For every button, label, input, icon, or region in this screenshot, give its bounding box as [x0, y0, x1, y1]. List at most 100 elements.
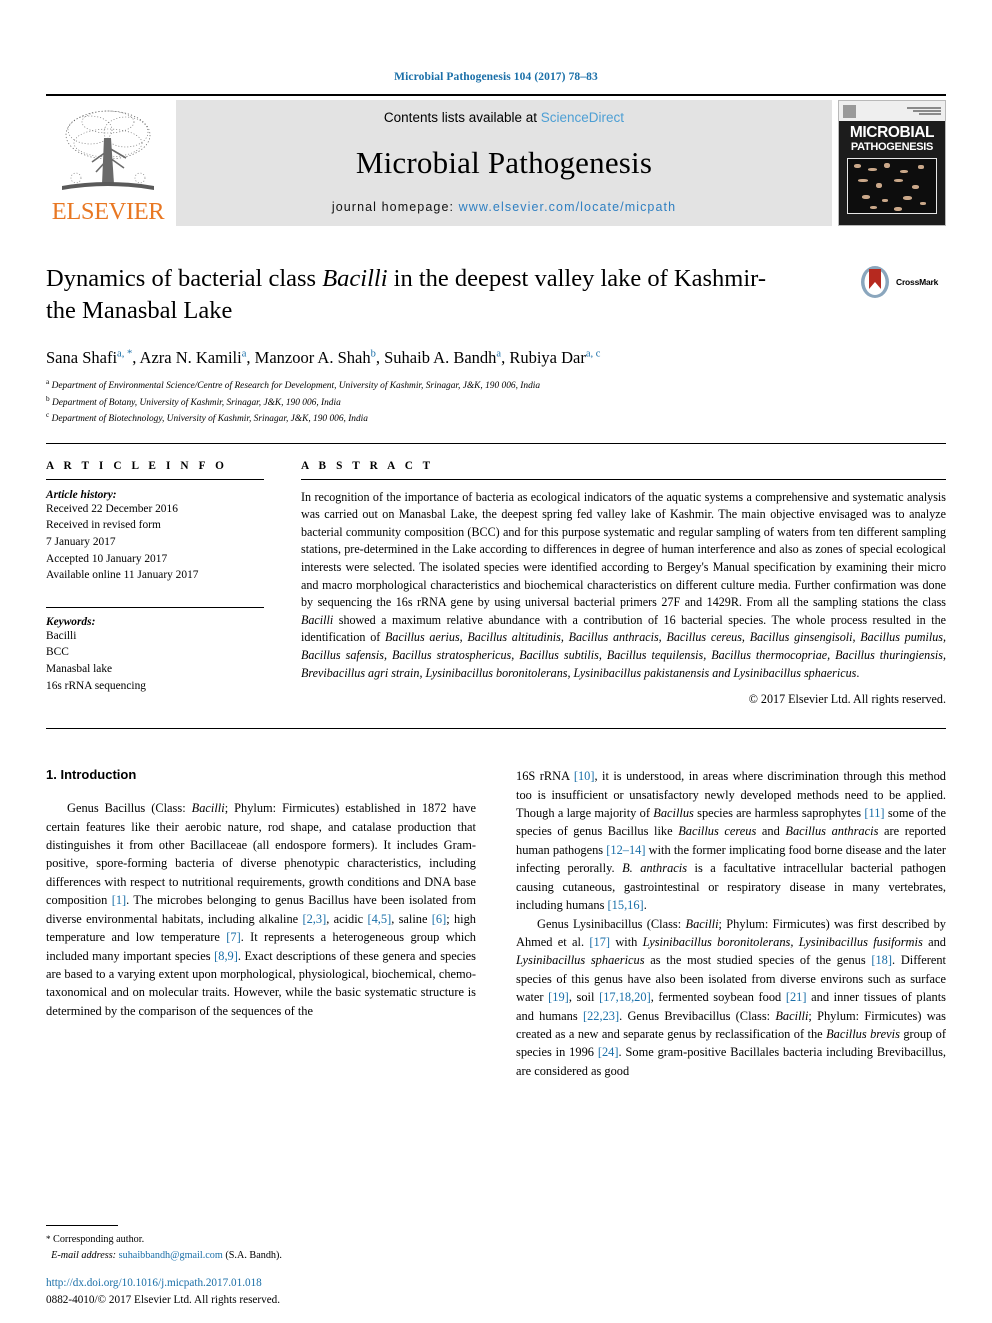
- keyword-item: 16s rRNA sequencing: [46, 679, 146, 692]
- citation-link[interactable]: [7]: [226, 930, 240, 944]
- author-sup: a: [241, 348, 247, 360]
- elsevier-logo: ELSEVIER: [46, 100, 170, 226]
- author-name: Suhaib A. Bandh: [384, 348, 497, 368]
- issn-copyright: 0882-4010/© 2017 Elsevier Ltd. All right…: [46, 1294, 281, 1307]
- intro-paragraph-right-2: Genus Lysinibacillus (Class: Bacilli; Ph…: [516, 915, 946, 1081]
- citation-link[interactable]: [1]: [112, 893, 126, 907]
- abstract-bottom-rule: [46, 728, 946, 730]
- author-sup: b: [370, 348, 376, 360]
- citation-link[interactable]: [11]: [864, 806, 884, 820]
- section-heading-introduction: 1. Introduction: [46, 767, 137, 783]
- p-text: , acidic: [326, 911, 368, 926]
- body-column-left: 1. Introduction Genus Bacillus (Class: B…: [46, 767, 476, 1080]
- affiliation-mark: c: [46, 410, 50, 420]
- citation-link[interactable]: [21]: [786, 990, 807, 1004]
- history-item: 7 January 2017: [46, 535, 116, 548]
- p-italic: Bacillus: [653, 805, 694, 820]
- p-text: Genus Bacillus (Class:: [67, 801, 192, 816]
- affiliation-text: Department of Biotechnology, University …: [51, 414, 368, 425]
- p-italic: Bacillus anthracis: [785, 824, 879, 839]
- history-item: Received 22 December 2016: [46, 502, 178, 515]
- citation-link[interactable]: [24]: [598, 1045, 619, 1059]
- intro-paragraph-left: Genus Bacillus (Class: Bacilli; Phylum: …: [46, 799, 476, 1020]
- abstract-copyright: © 2017 Elsevier Ltd. All rights reserved…: [748, 692, 946, 707]
- citation-link[interactable]: [18]: [871, 953, 892, 967]
- citation-link[interactable]: [15,16]: [608, 898, 644, 912]
- journal-title: Microbial Pathogenesis: [355, 144, 653, 180]
- affiliation-mark: b: [46, 393, 50, 403]
- citation-link[interactable]: [8,9]: [214, 949, 238, 963]
- p-italic: B. anthracis: [622, 861, 688, 876]
- p-italic: Bacillus cereus: [678, 824, 757, 839]
- p-italic: Lysinibacillus sphaericus: [516, 953, 645, 968]
- citation-link[interactable]: [4,5]: [367, 912, 391, 926]
- author-name: Azra N. Kamili: [139, 348, 242, 368]
- p-text: . Genus Brevibacillus (Class:: [619, 1008, 776, 1023]
- intro-paragraph-right-1: 16S rRNA [10], it is understood, in area…: [516, 767, 946, 914]
- cover-header-strip: [839, 101, 945, 121]
- email-note: E-mail address: suhaibbandh@gmail.com (S…: [46, 1248, 476, 1263]
- author-list: Sana Shafia, *, Azra N. Kamilia, Manzoor…: [46, 348, 601, 368]
- doi-link[interactable]: http://dx.doi.org/10.1016/j.micpath.2017…: [46, 1275, 516, 1292]
- p-italic: Bacilli: [191, 801, 225, 816]
- author-sup: a, *: [117, 348, 133, 360]
- crossmark-badge[interactable]: CrossMark: [858, 265, 946, 299]
- affiliation-item: a Department of Environmental Science/Ce…: [46, 377, 946, 393]
- homepage-line: journal homepage: www.elsevier.com/locat…: [332, 200, 676, 214]
- p-text: , soil: [568, 990, 600, 1005]
- cover-title-line1: MICROBIAL: [849, 124, 935, 141]
- citation-link[interactable]: [12–14]: [606, 843, 645, 857]
- homepage-url[interactable]: www.elsevier.com/locate/micpath: [459, 200, 677, 214]
- journal-masthead: ELSEVIER Contents lists available at Sci…: [46, 100, 946, 226]
- p-text: , saline: [391, 911, 432, 926]
- citation-link[interactable]: [19]: [548, 990, 569, 1004]
- history-item: Accepted 10 January 2017: [46, 552, 168, 565]
- history-item: Received in revised form: [46, 519, 161, 532]
- affiliation-item: b Department of Botany, University of Ka…: [46, 394, 946, 410]
- keywords-rule: [46, 606, 264, 608]
- author-name: Manzoor A. Shah: [254, 348, 371, 368]
- citation-link[interactable]: [2,3]: [302, 912, 326, 926]
- p-text: and: [756, 824, 786, 839]
- p-text: Genus Lysinibacillus (Class:: [537, 916, 686, 931]
- keyword-item: BCC: [46, 646, 69, 659]
- cover-title-line2: PATHOGENESIS: [850, 140, 934, 153]
- abstract-text-1: In recognition of the importance of bact…: [301, 489, 946, 610]
- footnote-block: * Corresponding author. E-mail address: …: [46, 1225, 476, 1263]
- sciencedirect-link[interactable]: ScienceDirect: [541, 110, 624, 125]
- keyword-item: Bacilli: [46, 629, 77, 642]
- page-title: Dynamics of bacterial class Bacilli in t…: [46, 263, 786, 326]
- p-text: with: [610, 934, 643, 949]
- title-block: CrossMark Dynamics of bacterial class Ba…: [46, 263, 946, 427]
- citation-link[interactable]: [10]: [574, 769, 595, 783]
- p-text: .: [643, 898, 647, 913]
- corresponding-star: *: [46, 1234, 51, 1245]
- abstract-column: A B S T R A C T In recognition of the im…: [301, 460, 946, 708]
- author-sup: a, c: [585, 348, 601, 360]
- elsevier-tree-icon: [62, 110, 154, 190]
- citation-link[interactable]: [22,23]: [583, 1009, 619, 1023]
- article-info-rule: [46, 478, 264, 480]
- doi-block: http://dx.doi.org/10.1016/j.micpath.2017…: [46, 1275, 516, 1309]
- p-italic: Bacillus brevis: [826, 1027, 900, 1042]
- keyword-item: Manasbal lake: [46, 663, 113, 676]
- p-italic: Lysinibacillus boronitolerans, Lysinibac…: [642, 934, 923, 949]
- p-text: as the most studied species of the genus: [644, 953, 872, 968]
- citation-link[interactable]: [17,18,20]: [599, 990, 651, 1004]
- cover-issue-lines: [907, 107, 941, 115]
- abstract-text-3: .: [856, 665, 860, 680]
- p-text: and: [922, 934, 946, 949]
- citation-link[interactable]: [6]: [432, 912, 446, 926]
- p-text: ; Phylum: Firmicutes) established in 187…: [46, 801, 476, 908]
- citation-link[interactable]: [17]: [589, 935, 610, 949]
- p-italic: Bacilli: [775, 1008, 809, 1023]
- journal-band: Contents lists available at ScienceDirec…: [176, 100, 832, 226]
- article-history-label: Article history:: [46, 488, 117, 501]
- corresponding-author-note: * Corresponding author.: [46, 1232, 476, 1247]
- abstract-rule: [301, 478, 946, 480]
- email-link[interactable]: suhaibbandh@gmail.com: [119, 1250, 223, 1261]
- elsevier-wordmark: ELSEVIER: [51, 197, 165, 225]
- author-item: Rubiya Dara, c: [509, 348, 600, 367]
- author-item: Sana Shafia, *: [46, 348, 132, 367]
